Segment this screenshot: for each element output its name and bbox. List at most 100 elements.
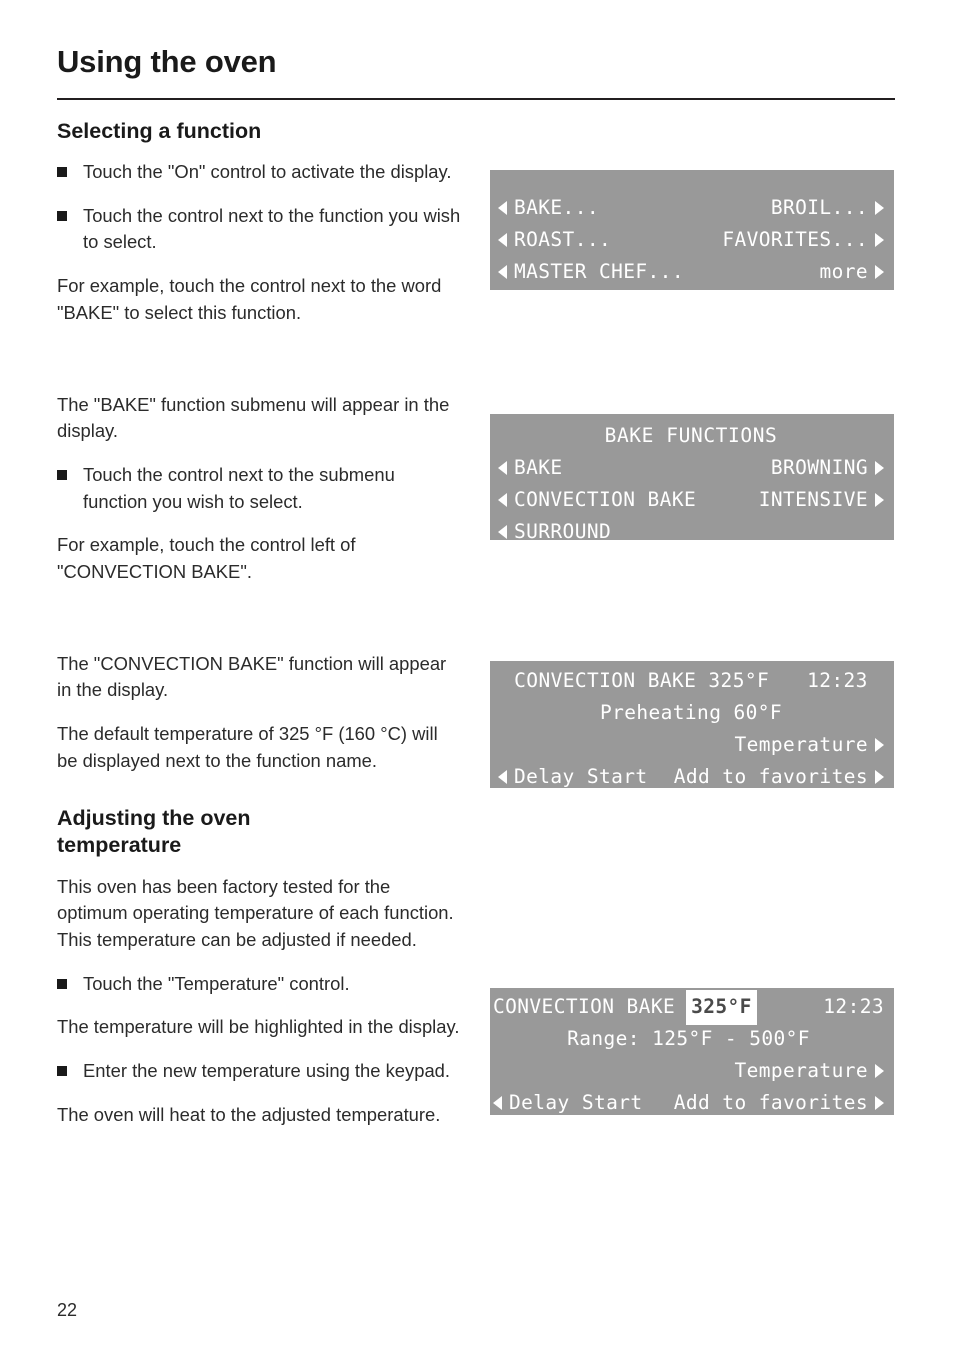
list-item: Touch the "Temperature" control. [57,971,462,998]
arrow-right-icon [875,1064,884,1078]
menu-option-label: BROWNING [770,456,868,479]
paragraph-submenu-appears: The "BAKE" function submenu will appear … [57,393,450,442]
page-title: Using the oven [57,44,277,79]
square-bullet-icon [57,210,67,221]
menu-option-delay-start[interactable]: Delay Start [493,1087,643,1115]
arrow-left-icon [493,1096,502,1110]
menu-option-label: Add to favorites [673,765,868,788]
temperature-value-highlighted[interactable]: 325°F [686,989,757,1025]
paragraph-default-temperature: The default temperature of 325 °F (160 °… [57,723,438,771]
arrow-left-icon [498,525,507,539]
square-bullet-icon [57,469,67,480]
header-divider [57,98,895,100]
display-row: Delay Start Add to favorites [493,1087,884,1115]
menu-option-label: Add to favorites [673,1091,868,1114]
menu-option-favorites[interactable]: FAVORITES... [722,224,884,256]
display-row: ROAST... FAVORITES... [498,224,884,256]
display-title: BAKE FUNCTIONS [604,424,778,447]
display-status-row: CONVECTION BAKE 325°F 12:23 [498,665,884,697]
manual-page: Using the oven Selecting a function Touc… [0,0,954,1352]
arrow-right-icon [875,265,884,279]
arrow-right-icon [875,738,884,752]
paragraph-convection-appears: The "CONVECTION BAKE" function will appe… [57,652,447,701]
menu-option-bake[interactable]: BAKE [498,452,563,484]
paragraph-temperature-highlighted: The temperature will be highlighted in t… [57,1016,460,1038]
list-item-text: Touch the control next to the submenu fu… [83,463,395,512]
bullet-list-touch-temperature: Touch the "Temperature" control. [57,971,462,998]
bullet-list-enter-temperature: Enter the new temperature using the keyp… [57,1058,462,1085]
list-item-text: Touch the "On" control to activate the d… [83,161,452,183]
menu-option-temperature[interactable]: Temperature [734,729,884,761]
display-status-row: CONVECTION BAKE 325°F 12:23 [493,989,884,1025]
menu-option-broil[interactable]: BROIL... [771,192,884,224]
menu-option-label: INTENSIVE [758,488,868,511]
preheating-status: Preheating 60°F [599,701,783,724]
section-heading-adjusting-oven-temperature: Adjusting the oven temperature [57,805,462,859]
clock-display: 12:23 [807,669,868,692]
square-bullet-icon [57,1065,67,1076]
heading-line-2: temperature [57,833,182,858]
oven-display-main-menu: BAKE... BROIL... ROAST... FAVORITES... M… [490,170,894,290]
function-name: CONVECTION BAKE [493,995,676,1018]
menu-option-label: Delay Start [514,765,648,788]
arrow-right-icon [875,1096,884,1110]
bullet-list-activate: Touch the "On" control to activate the d… [57,159,462,256]
menu-option-label: Delay Start [509,1091,643,1114]
arrow-right-icon [875,493,884,507]
menu-option-add-to-favorites[interactable]: Add to favorites [674,761,884,788]
vertical-spacer [57,603,462,651]
list-item-text: Enter the new temperature using the keyp… [83,1059,451,1081]
arrow-left-icon [498,201,507,215]
display-row: MASTER CHEF... more [498,256,884,288]
clock-display: 12:23 [823,995,884,1018]
page-header: Using the oven [57,44,895,80]
menu-option-add-to-favorites[interactable]: Add to favorites [674,1087,884,1115]
menu-option-more[interactable]: more [819,256,884,288]
display-row: Delay Start Add to favorites [498,761,884,788]
menu-option-label: SURROUND [514,520,612,540]
menu-option-label: Temperature [734,733,868,756]
function-name-with-temperature: CONVECTION BAKE 325°F [514,669,770,692]
menu-option-roast[interactable]: ROAST... [498,224,611,256]
menu-option-label: ROAST... [514,228,612,251]
display-row: Temperature [493,1055,884,1087]
menu-option-label: FAVORITES... [722,228,868,251]
menu-option-master-chef[interactable]: MASTER CHEF... [498,256,684,288]
list-item-text: Touch the "Temperature" control. [83,972,350,994]
menu-option-surround[interactable]: SURROUND [498,516,611,540]
menu-option-temperature[interactable]: Temperature [734,1055,884,1087]
paragraph-oven-will-heat: The oven will heat to the adjusted tempe… [57,1103,441,1125]
display-preheating-row: Preheating 60°F [498,697,884,729]
arrow-left-icon [498,265,507,279]
display-row: BAKE... BROIL... [498,192,884,224]
arrow-right-icon [875,201,884,215]
menu-option-label: more [819,260,868,283]
menu-option-label: Temperature [734,1059,868,1082]
list-item: Touch the "On" control to activate the d… [57,159,462,186]
paragraph-factory-tested: This oven has been factory tested for th… [57,875,454,950]
page-number: 22 [57,1300,78,1320]
menu-option-browning[interactable]: BROWNING [771,452,884,484]
arrow-left-icon [498,493,507,507]
square-bullet-icon [57,167,67,178]
body-text-column: Selecting a function Touch the "On" cont… [57,118,462,1145]
arrow-right-icon [875,461,884,475]
menu-option-convection-bake[interactable]: CONVECTION BAKE [498,484,696,516]
square-bullet-icon [57,978,67,989]
menu-option-intensive[interactable]: INTENSIVE [759,484,884,516]
section-heading-selecting-a-function: Selecting a function [57,119,262,143]
menu-option-label: BROIL... [770,196,868,219]
menu-option-label: BAKE [514,456,563,479]
function-name-group: CONVECTION BAKE 325°F [493,989,757,1025]
menu-option-bake[interactable]: BAKE... [498,192,599,224]
menu-option-label: CONVECTION BAKE [514,488,697,511]
heading-line-1: Adjusting the oven [57,806,251,831]
display-title-row: BAKE FUNCTIONS [498,420,884,452]
menu-option-delay-start[interactable]: Delay Start [498,761,648,788]
arrow-left-icon [498,461,507,475]
display-row: CONVECTION BAKE INTENSIVE [498,484,884,516]
arrow-left-icon [498,233,507,247]
list-item: Enter the new temperature using the keyp… [57,1058,462,1085]
list-item: Touch the control next to the submenu fu… [57,462,462,515]
arrow-right-icon [875,770,884,784]
